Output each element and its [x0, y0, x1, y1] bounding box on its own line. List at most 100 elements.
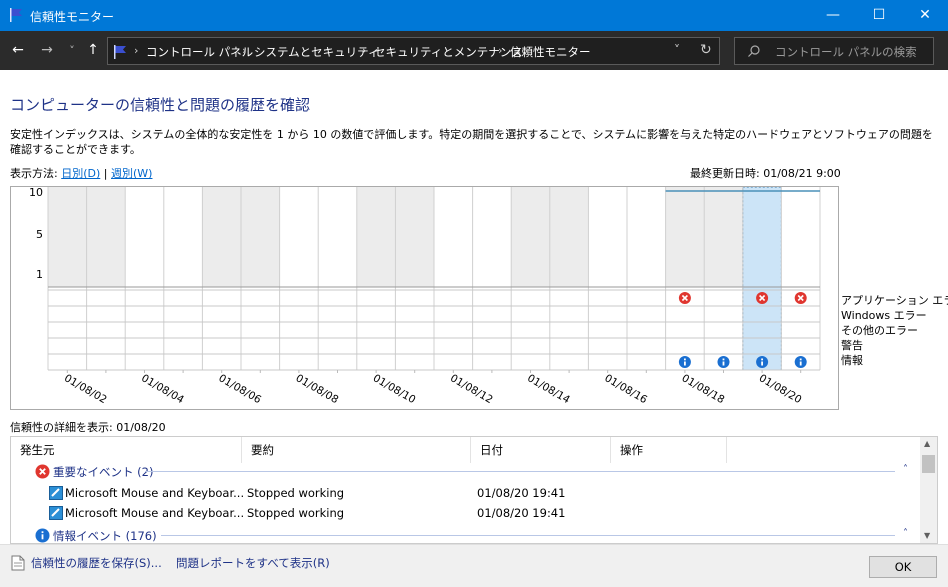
breadcrumb-control-panel[interactable]: コントロール パネル	[146, 44, 253, 60]
app-icon	[49, 486, 63, 500]
scrollbar-thumb[interactable]	[922, 455, 935, 473]
x-axis-date-label: 01/08/06	[216, 372, 263, 406]
error-x-icon[interactable]	[756, 292, 769, 304]
chart-column[interactable]	[48, 187, 87, 287]
group-information-events[interactable]: 情報イベント (176)	[53, 528, 157, 543]
selected-column[interactable]	[742, 186, 782, 371]
column-header-summary[interactable]: 要約	[242, 437, 471, 463]
row-source: Microsoft Mouse and Keyboar...	[65, 506, 245, 520]
y-axis-label: 5	[36, 228, 43, 241]
reliability-monitor-flag-icon	[10, 8, 22, 22]
chart-column[interactable]	[511, 187, 550, 287]
x-axis-date-label: 01/08/20	[757, 372, 804, 406]
x-axis-date-label: 01/08/18	[680, 372, 727, 406]
maximize-button[interactable]: ☐	[856, 0, 902, 31]
chart-column[interactable]	[163, 187, 203, 287]
info-i-icon[interactable]	[756, 356, 769, 368]
vertical-scrollbar[interactable]: ▲ ▼	[920, 437, 937, 543]
search-box[interactable]: コントロール パネルの検索	[734, 37, 934, 65]
view-by: 表示方法: 日別(D) | 週別(W)	[10, 165, 152, 181]
up-button[interactable]: ↑	[84, 42, 102, 58]
address-dropdown-icon[interactable]: ˅	[674, 43, 680, 57]
minimize-button[interactable]: —	[810, 0, 856, 31]
view-by-days-link[interactable]: 日別(D)	[61, 167, 100, 180]
search-placeholder: コントロール パネルの検索	[775, 45, 917, 59]
legend-misc-errors: その他のエラー	[841, 324, 918, 337]
y-axis-label: 10	[29, 187, 43, 199]
error-x-icon[interactable]	[794, 292, 807, 304]
collapse-critical-chevron-icon[interactable]: ˄	[903, 464, 908, 475]
chart-column[interactable]	[472, 187, 512, 287]
legend-application-errors: アプリケーション エラー	[841, 294, 948, 307]
info-i-icon[interactable]	[678, 356, 691, 368]
row-date: 01/08/20 19:41	[477, 486, 566, 500]
details-label: 信頼性の詳細を表示: 01/08/20	[10, 421, 166, 434]
app-icon	[49, 506, 63, 520]
chart-column[interactable]	[202, 187, 241, 287]
reliability-chart-svg[interactable]: 10 5 1 01/08/02 01/08/04 01/08/06 01/08/08 01/0…	[11, 186, 838, 409]
save-reliability-history-link[interactable]: 信頼性の履歴を保存(S)...	[31, 555, 162, 571]
chart-column[interactable]	[434, 187, 473, 287]
chart-column[interactable]	[86, 187, 126, 287]
info-i-icon[interactable]	[717, 356, 730, 368]
reliability-chart[interactable]: 10 5 1 01/08/02 01/08/04 01/08/06 01/08/08 01/0…	[10, 186, 839, 410]
search-icon	[748, 45, 760, 57]
chart-column[interactable]	[241, 187, 280, 287]
chart-column[interactable]	[356, 187, 396, 287]
chart-column[interactable]	[549, 187, 589, 287]
view-all-problem-reports-link[interactable]: 問題レポートをすべて表示(R)	[176, 555, 330, 571]
refresh-icon[interactable]: ↻	[700, 42, 712, 58]
title-bar: 信頼性モニター — ☐ ✕	[0, 0, 948, 31]
back-button[interactable]: ←	[9, 42, 27, 58]
chart-column[interactable]	[395, 187, 434, 287]
chart-column[interactable]	[318, 187, 357, 287]
chart-column[interactable]	[627, 187, 666, 287]
table-row[interactable]: Microsoft Mouse and Keyboar... Stopped w…	[11, 483, 921, 503]
last-updated: 最終更新日時: 01/08/21 9:00	[690, 167, 841, 180]
x-axis-date-label: 01/08/16	[602, 372, 649, 406]
chart-column[interactable]	[588, 187, 627, 287]
page-description: 安定性インデックスは、システムの全体的な安定性を 1 から 10 の数値で評価し…	[10, 128, 933, 156]
x-axis-date-label: 01/08/02	[62, 372, 109, 406]
error-x-icon[interactable]	[678, 292, 691, 304]
breadcrumb-system-and-security[interactable]: システムとセキュリティ	[254, 44, 379, 60]
legend-information: 情報	[841, 354, 863, 367]
scroll-down-icon[interactable]: ▼	[924, 531, 930, 540]
view-by-weeks-link[interactable]: 週別(W)	[111, 167, 152, 180]
table-row[interactable]: Microsoft Mouse and Keyboar... Stopped w…	[11, 503, 921, 523]
close-button[interactable]: ✕	[902, 0, 948, 31]
chart-column[interactable]	[125, 187, 164, 287]
page-title: コンピューターの信頼性と問題の履歴を確認	[10, 96, 311, 114]
row-date: 01/08/20 19:41	[477, 506, 566, 520]
chart-column[interactable]	[665, 187, 705, 287]
view-by-separator: |	[103, 167, 108, 180]
details-table: 発生元 要約 日付 操作 ^ 重要なイベント (2) ˄ Microsoft M…	[10, 436, 938, 544]
column-header-source[interactable]: 発生元	[11, 437, 242, 463]
recent-locations-button[interactable]: ˅	[63, 44, 81, 57]
column-header-action[interactable]: 操作	[611, 437, 727, 463]
sort-indicator-icon: ^	[538, 437, 546, 441]
group-divider	[161, 535, 895, 536]
address-bar: ← → ˅ ↑ › コントロール パネル › システムとセキュリティ › セキュ…	[0, 31, 948, 70]
scroll-up-icon[interactable]: ▲	[924, 439, 930, 448]
collapse-information-chevron-icon[interactable]: ˄	[903, 528, 908, 539]
x-axis-date-label: 01/08/10	[371, 372, 418, 406]
y-axis-label: 1	[36, 268, 43, 281]
forward-button[interactable]: →	[38, 42, 56, 58]
chart-column[interactable]	[781, 187, 820, 287]
chart-column[interactable]	[279, 187, 319, 287]
info-i-icon[interactable]	[794, 356, 807, 368]
footer: 信頼性の履歴を保存(S)... 問題レポートをすべて表示(R) OK	[0, 544, 948, 587]
ok-button[interactable]: OK	[869, 556, 937, 578]
chart-column[interactable]	[704, 187, 743, 287]
group-critical-events[interactable]: 重要なイベント (2)	[53, 464, 153, 480]
row-source: Microsoft Mouse and Keyboar...	[65, 486, 245, 500]
control-panel-flag-icon	[114, 45, 126, 59]
x-axis-date-label: 01/08/08	[294, 372, 341, 406]
breadcrumb-reliability-monitor[interactable]: 信頼性モニター	[510, 44, 591, 60]
breadcrumb[interactable]: › コントロール パネル › システムとセキュリティ › セキュリティとメンテナ…	[107, 37, 720, 65]
breadcrumb-separator: ›	[134, 44, 139, 57]
x-axis-date-label: 01/08/12	[448, 372, 495, 406]
legend-warnings: 警告	[841, 339, 863, 352]
row-summary: Stopped working	[247, 486, 345, 500]
